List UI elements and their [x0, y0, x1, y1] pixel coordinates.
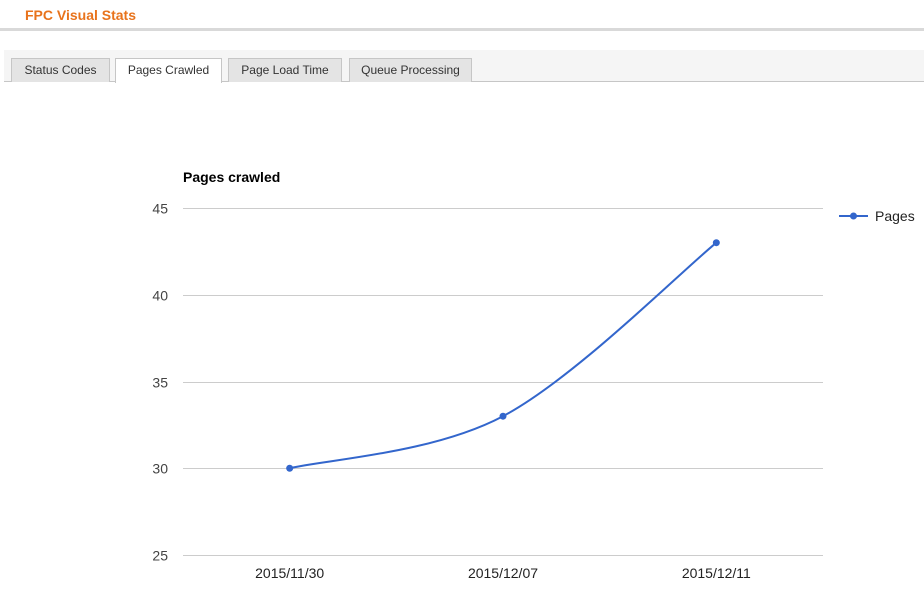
x-axis-ticks: 2015/11/30 2015/12/07 2015/12/11: [255, 565, 751, 581]
y-axis-ticks: 25 30 35 40 45: [152, 201, 168, 564]
series-line-pages: [289, 241, 717, 470]
pages-crawled-chart: Pages crawled 2530354045 2015/11/30 2015/…: [152, 169, 915, 581]
data-point-2015-12-07[interactable]: [499, 412, 507, 420]
series-points: [286, 239, 720, 472]
legend-label-pages: Pages: [875, 208, 915, 224]
tab-pages-crawled[interactable]: Pages Crawled: [115, 58, 222, 83]
x-tick-label: 2015/12/11: [682, 565, 751, 581]
y-tick-label: 25: [152, 548, 168, 564]
gridlines: [183, 208, 823, 556]
legend-swatch-dot: [850, 212, 857, 220]
data-point-2015-12-11[interactable]: [712, 239, 720, 247]
chart-title: Pages crawled: [183, 169, 280, 185]
legend[interactable]: Pages: [839, 208, 915, 224]
y-tick-label: 40: [152, 288, 168, 304]
x-tick-label: 2015/11/30: [255, 565, 324, 581]
data-point-2015-11-30[interactable]: [286, 464, 294, 472]
y-tick-label: 30: [152, 461, 168, 477]
y-tick-label: 45: [152, 201, 168, 217]
y-tick-label: 35: [152, 375, 168, 391]
x-tick-label: 2015/12/07: [468, 565, 538, 581]
